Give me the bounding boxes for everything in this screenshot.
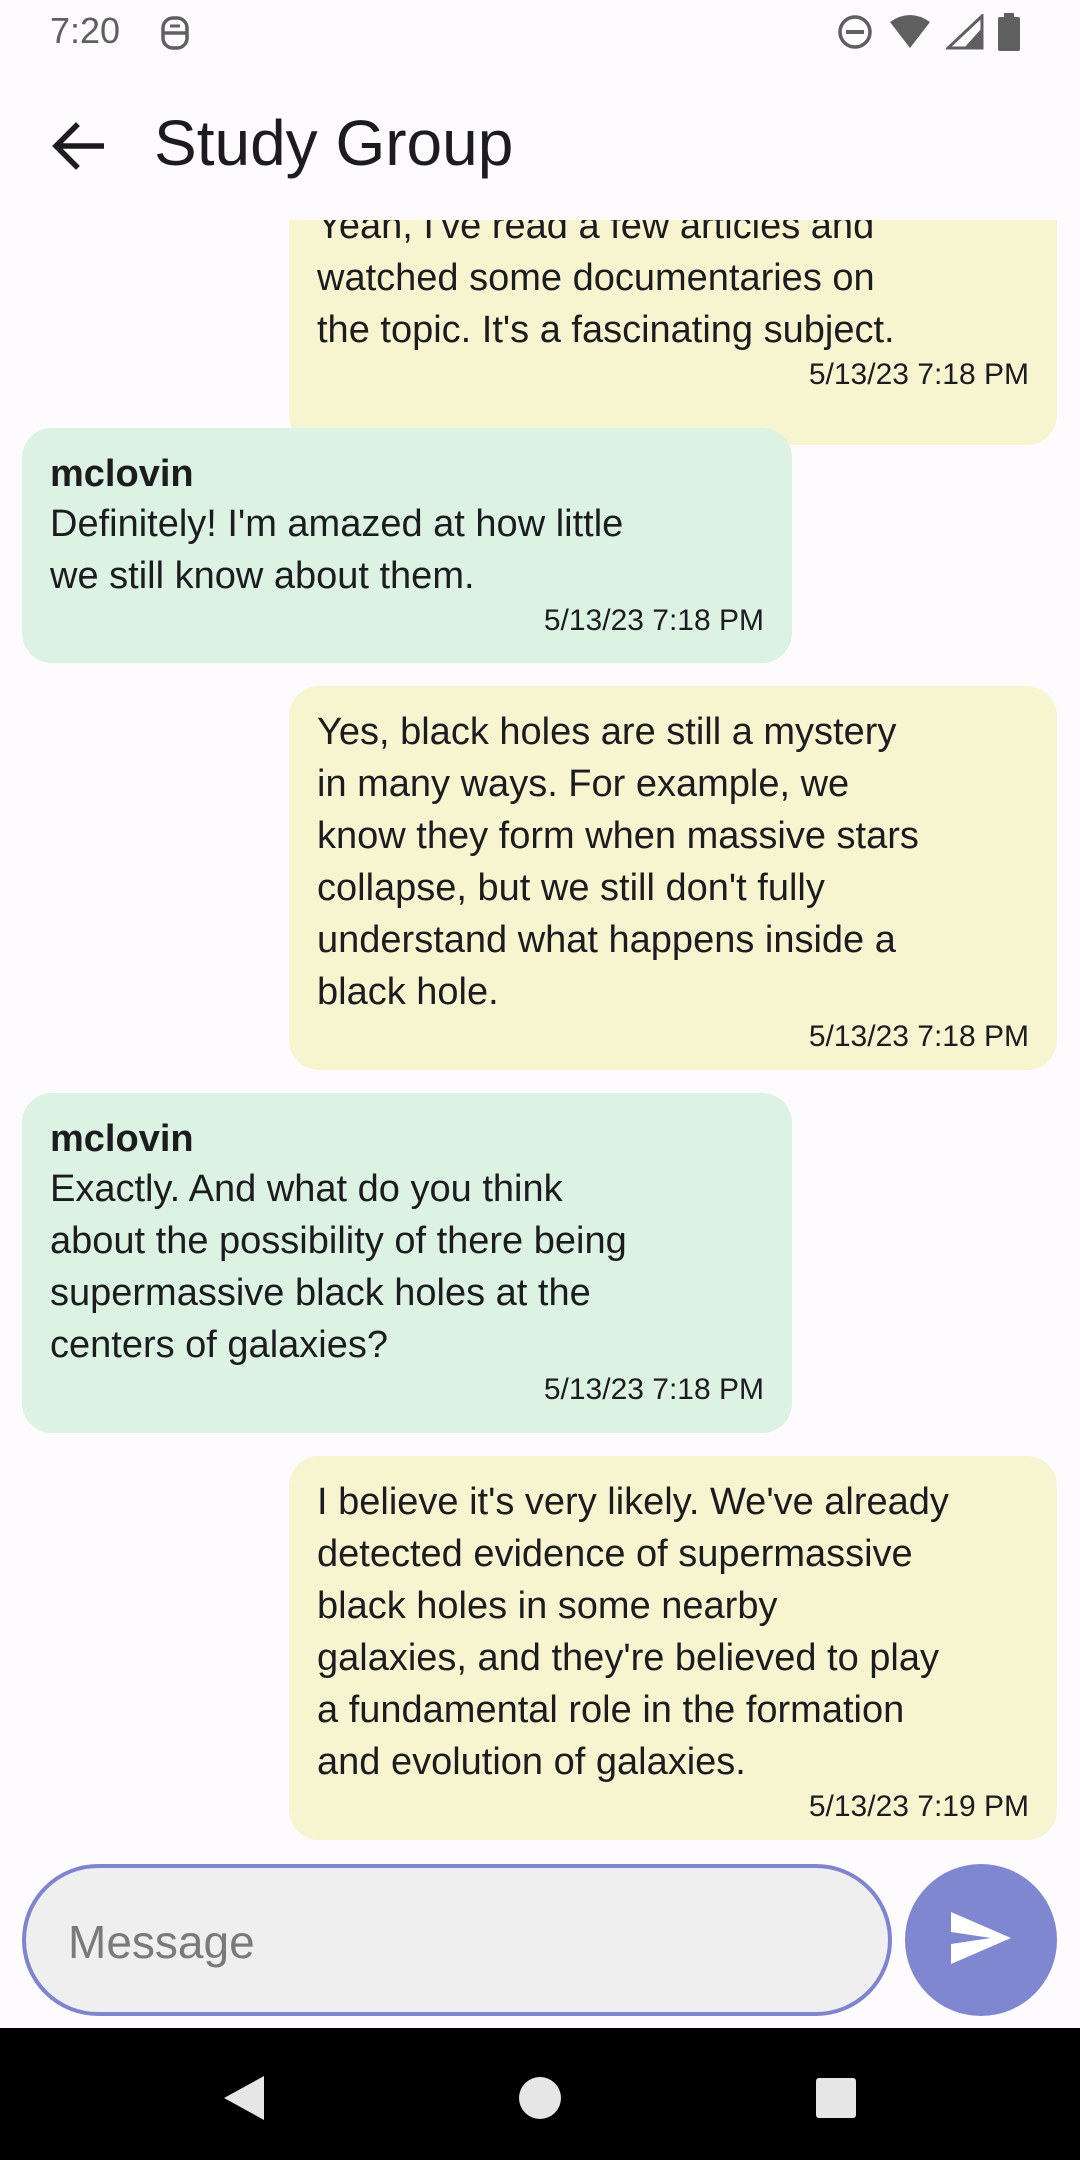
message-composer xyxy=(0,1850,1080,2030)
nav-back-button[interactable] xyxy=(214,2070,274,2130)
message-bubble-sent[interactable]: Yeah, I've read a few articles and watch… xyxy=(289,220,1057,445)
message-timestamp: 5/13/23 7:18 PM xyxy=(808,1020,1029,1053)
message-bubble-received[interactable]: mclovin Exactly. And what do you think a… xyxy=(22,1093,792,1433)
nav-back-icon xyxy=(222,2074,266,2127)
status-bar: 7:20 xyxy=(0,0,1080,66)
message-text: Definitely! I'm amazed at how little we … xyxy=(50,503,624,597)
message-list[interactable]: Yeah, I've read a few articles and watch… xyxy=(0,220,1080,1840)
battery-icon xyxy=(998,12,1020,56)
do-not-disturb-icon xyxy=(836,13,874,56)
status-time: 7:20 xyxy=(50,10,121,51)
status-icons xyxy=(836,12,1020,56)
message-text: I believe it's very likely. We've alread… xyxy=(317,1481,949,1783)
message-sender: mclovin xyxy=(50,1118,194,1160)
message-timestamp: 5/13/23 7:18 PM xyxy=(543,1373,764,1406)
message-input[interactable] xyxy=(66,1898,850,1986)
app-bar: Study Group xyxy=(0,66,1080,220)
message-text: Yes, black holes are still a mystery in … xyxy=(317,711,919,1013)
media-icon xyxy=(158,14,192,52)
wifi-icon xyxy=(888,14,932,55)
message-bubble-received[interactable]: mclovin Definitely! I'm amazed at how li… xyxy=(22,428,792,663)
send-icon xyxy=(949,1910,1013,1971)
home-icon xyxy=(517,2075,563,2126)
message-input-container[interactable] xyxy=(22,1864,892,2016)
page-title: Study Group xyxy=(154,107,514,179)
recents-button[interactable] xyxy=(806,2070,866,2130)
system-nav-bar xyxy=(0,2028,1080,2160)
signal-icon xyxy=(944,12,984,55)
arrow-back-icon xyxy=(52,121,105,175)
message-bubble-sent[interactable]: Yes, black holes are still a mystery in … xyxy=(289,686,1057,1070)
message-timestamp: 5/13/23 7:18 PM xyxy=(808,358,1029,391)
back-button[interactable] xyxy=(40,110,116,186)
message-text: Exactly. And what do you think about the… xyxy=(50,1168,627,1366)
message-timestamp: 5/13/23 7:19 PM xyxy=(808,1790,1029,1823)
home-button[interactable] xyxy=(510,2070,570,2130)
send-button[interactable] xyxy=(905,1864,1057,2016)
message-timestamp: 5/13/23 7:18 PM xyxy=(543,604,764,637)
message-sender: mclovin xyxy=(50,453,194,495)
message-text: Yeah, I've read a few articles and watch… xyxy=(317,220,895,351)
message-bubble-sent[interactable]: I believe it's very likely. We've alread… xyxy=(289,1456,1057,1840)
recents-icon xyxy=(815,2077,857,2124)
